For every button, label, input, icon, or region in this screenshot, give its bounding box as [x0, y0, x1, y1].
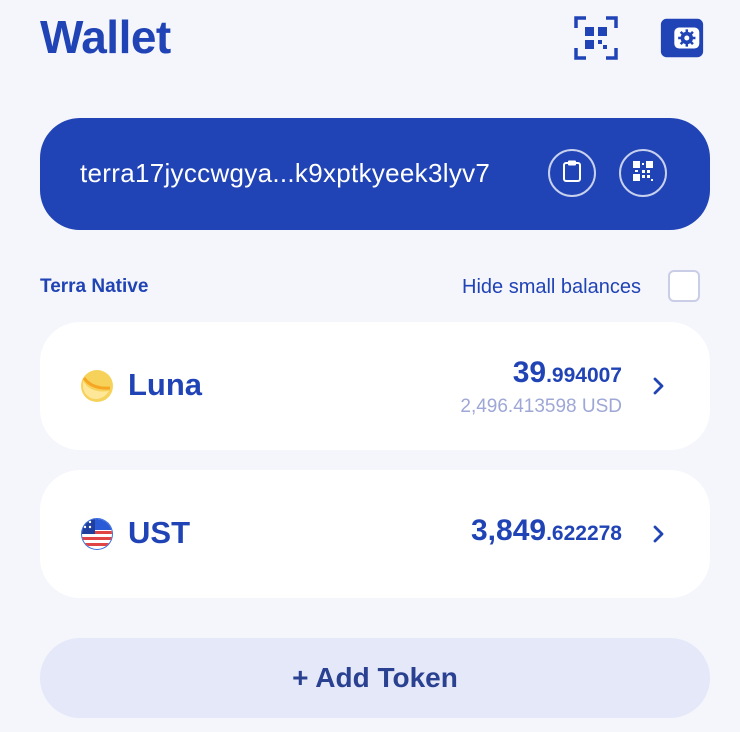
wallet-settings-icon[interactable]: [658, 14, 706, 62]
add-token-label: + Add Token: [292, 662, 458, 693]
token-usd-value: 2,496.413598 USD: [460, 396, 622, 417]
hide-small-balances-checkbox[interactable]: [668, 270, 700, 302]
token-row-ust[interactable]: UST 3,849.622278: [40, 470, 710, 598]
qr-scan-icon[interactable]: [572, 14, 620, 62]
add-token-button[interactable]: + Add Token: [40, 638, 710, 718]
page-title: Wallet: [40, 11, 171, 63]
qr-code-icon: [632, 160, 654, 187]
clipboard-icon: [562, 159, 582, 188]
chevron-right-icon: [650, 524, 666, 544]
section-title: Terra Native: [40, 276, 149, 297]
show-qr-button[interactable]: [619, 149, 667, 197]
token-name: UST: [128, 515, 190, 550]
wallet-address[interactable]: terra17jyccwgya...k9xptkyeek3lyv7: [80, 158, 490, 189]
token-name: Luna: [128, 367, 203, 402]
luna-icon: [80, 369, 114, 403]
hide-small-balances-label: Hide small balances: [462, 276, 641, 298]
us-flag-globe-icon: [80, 517, 114, 551]
token-row-luna[interactable]: Luna 39.994007 2,496.413598 USD: [40, 322, 710, 450]
token-amount: 3,849.622278: [471, 514, 622, 547]
chevron-right-icon: [650, 376, 666, 396]
copy-address-button[interactable]: [548, 149, 596, 197]
address-card: terra17jyccwgya...k9xptkyeek3lyv7: [40, 118, 710, 230]
token-amount: 39.994007: [512, 356, 622, 389]
